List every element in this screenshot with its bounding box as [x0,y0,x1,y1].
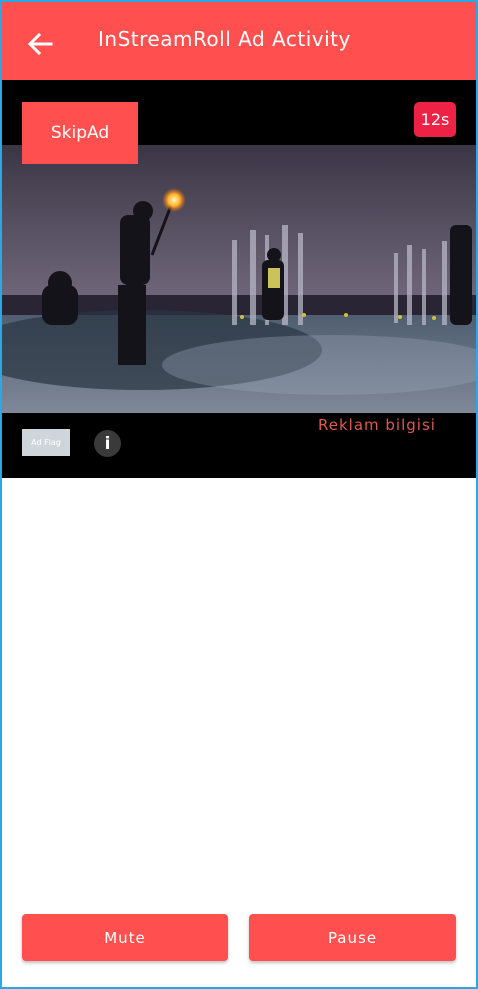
video-frame[interactable] [2,145,476,413]
ad-video-player[interactable]: SkipAd 12s Ad Flag i Reklam bilgisi [2,80,476,478]
ad-flag-badge: Ad Flag [22,429,70,456]
arrow-left-icon [27,32,53,56]
app-bar: InStreamRoll Ad Activity [2,2,476,80]
countdown-badge: 12s [414,102,456,137]
page-title: InStreamRoll Ad Activity [98,27,351,51]
ad-info-link[interactable]: Reklam bilgisi [318,416,436,434]
info-icon[interactable]: i [94,430,121,457]
skip-ad-button[interactable]: SkipAd [22,102,138,164]
mute-button[interactable]: Mute [22,914,228,961]
video-image [2,145,476,413]
pause-button[interactable]: Pause [249,914,456,961]
back-button[interactable] [24,28,56,60]
